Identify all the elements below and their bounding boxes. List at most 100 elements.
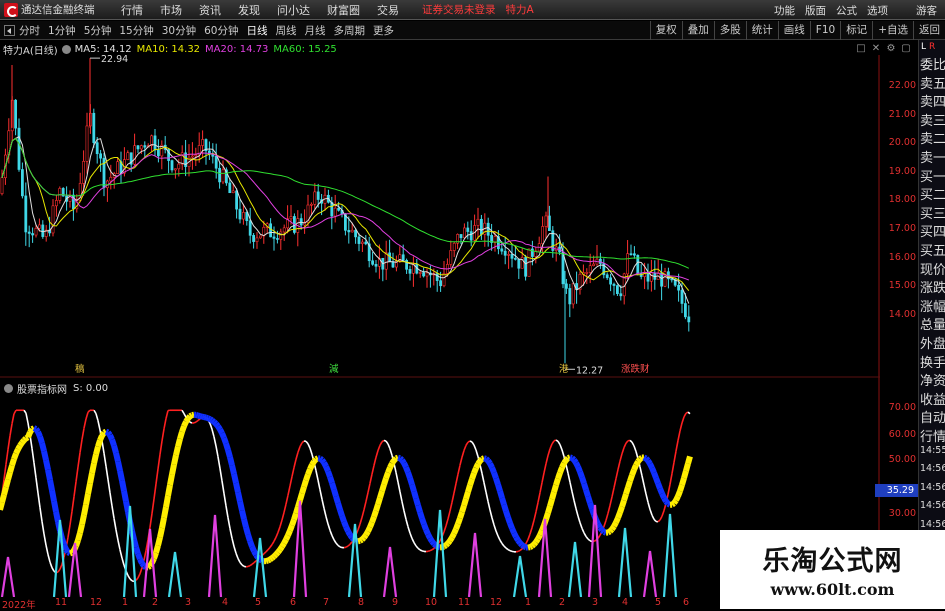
indicator-main-line <box>224 493 226 505</box>
event-marker[interactable]: 港 <box>557 364 571 376</box>
menu-item-markets[interactable]: 市场 <box>160 2 182 18</box>
indicator-slow-line <box>384 478 386 484</box>
date-tick: 5 <box>255 597 261 608</box>
menu-item-news[interactable]: 资讯 <box>199 2 221 18</box>
candle-body <box>310 204 312 205</box>
tool-draw-line[interactable]: 画线 <box>778 21 810 40</box>
period-tab-daily[interactable]: 日线 <box>247 23 268 38</box>
tool-multi-stock[interactable]: 多股 <box>714 21 746 40</box>
tool-mark[interactable]: 标记 <box>840 21 872 40</box>
indicator-slow-line <box>238 492 240 501</box>
candle-body <box>239 209 241 219</box>
indicator-main-line <box>368 483 370 492</box>
tool-f10[interactable]: F10 <box>810 21 840 40</box>
indicator-main-line <box>14 410 16 414</box>
indicator-main-line <box>268 547 270 549</box>
indicator-slow-line <box>158 537 160 545</box>
settings-dot-icon[interactable] <box>62 45 71 54</box>
candle-body <box>219 168 221 182</box>
main-menu: 行情 市场 资讯 发现 问小达 财富圈 交易 <box>121 2 416 18</box>
period-tab-multi[interactable]: 多周期 <box>334 23 366 38</box>
indicator-slow-line <box>114 446 116 453</box>
date-tick: 3 <box>185 597 191 608</box>
period-tab-5min[interactable]: 5分钟 <box>84 23 112 38</box>
indicator-main-line <box>276 532 278 537</box>
tool-statistics[interactable]: 统计 <box>746 21 778 40</box>
indicator-main-line <box>586 536 588 539</box>
tool-back[interactable]: 返回 <box>913 21 945 40</box>
tool-restore-rights[interactable]: 复权 <box>650 21 682 40</box>
period-tab-weekly[interactable]: 周线 <box>276 23 297 38</box>
candle-body <box>276 238 278 239</box>
period-tab-30min[interactable]: 30分钟 <box>162 23 196 38</box>
event-marker[interactable]: 減 <box>327 364 341 376</box>
tool-overlay[interactable]: 叠加 <box>682 21 714 40</box>
indicator-spike <box>384 547 396 597</box>
indicator-main-line <box>318 480 320 490</box>
quote-field: 卖三 <box>920 110 945 129</box>
menu-item-discover[interactable]: 发现 <box>238 2 260 18</box>
gear-icon[interactable]: ⚙ <box>885 43 897 55</box>
period-tab-60min[interactable]: 60分钟 <box>204 23 238 38</box>
indicator-slow-line <box>640 458 642 459</box>
indicator-slow-line <box>420 512 422 518</box>
close-icon[interactable]: ✕ <box>870 43 882 55</box>
indicator-main-line <box>158 454 160 469</box>
back-arrow-icon[interactable] <box>4 25 15 36</box>
quote-field: 14:55 <box>920 445 945 456</box>
box-icon[interactable]: ▢ <box>900 43 912 55</box>
candle-body <box>55 200 57 205</box>
indicator-main-line <box>380 442 382 445</box>
indicator-slow-line <box>304 480 306 486</box>
menu-item-trade[interactable]: 交易 <box>377 2 399 18</box>
menu-item-market[interactable]: 行情 <box>121 2 143 18</box>
panel-toggle[interactable]: LR <box>921 42 935 52</box>
indicator-main-line <box>528 534 530 539</box>
candlestick-chart[interactable]: 22.9412.27 <box>0 55 880 395</box>
period-tab-more[interactable]: 更多 <box>373 23 394 38</box>
high-label: 22.94 <box>101 55 128 65</box>
menu-function[interactable]: 功能 <box>774 3 795 18</box>
quote-field: 卖五 <box>920 73 945 92</box>
tool-add-watchlist[interactable]: +自选 <box>872 21 913 40</box>
indicator-tick: 50.00 <box>889 454 916 465</box>
period-tab-15min[interactable]: 15分钟 <box>119 23 153 38</box>
menu-options[interactable]: 选项 <box>867 3 888 18</box>
indicator-slow-line <box>476 464 478 468</box>
menu-formula[interactable]: 公式 <box>836 3 857 18</box>
menu-item-wealth[interactable]: 财富圈 <box>327 2 360 18</box>
indicator-slow-line <box>638 459 640 462</box>
candle-body <box>154 136 156 150</box>
indicator-slow-line <box>220 429 222 433</box>
date-tick: 2 <box>152 597 158 608</box>
login-status[interactable]: 证券交易未登录 <box>422 2 496 17</box>
quote-field: 收益 <box>920 389 945 408</box>
guest-user[interactable]: 游客 <box>916 3 937 18</box>
indicator-slow-line <box>622 500 624 506</box>
quote-field: 涨跌 <box>920 277 945 296</box>
indicator-slow-line <box>288 531 290 536</box>
period-tab-1min[interactable]: 1分钟 <box>48 23 76 38</box>
event-marker[interactable]: 涨跌财 <box>619 364 652 376</box>
indicator-main-line <box>464 445 466 450</box>
candle-body <box>480 219 482 234</box>
price-tick: 20.00 <box>889 137 916 148</box>
indicator-slow-line <box>244 519 246 527</box>
candle-body <box>460 234 462 237</box>
menu-item-ask[interactable]: 问小达 <box>277 2 310 18</box>
indicator-slow-line <box>398 458 400 459</box>
indicator-slow-line <box>86 494 88 505</box>
indicator-slow-line <box>616 518 618 523</box>
square-icon[interactable]: □ <box>855 43 867 55</box>
period-tab-timeshare[interactable]: 分时 <box>19 23 40 38</box>
event-marker[interactable]: 稿 <box>73 364 87 376</box>
indicator-main-line <box>550 444 552 449</box>
menu-layout[interactable]: 版面 <box>805 3 826 18</box>
indicator-main-line <box>486 492 488 501</box>
indicator-slow-line <box>138 554 140 559</box>
indicator-slow-line <box>80 524 82 533</box>
indicator-slow-line <box>368 527 370 531</box>
indicator-main-line <box>296 452 298 459</box>
period-tab-monthly[interactable]: 月线 <box>305 23 326 38</box>
candle-body <box>100 154 102 158</box>
